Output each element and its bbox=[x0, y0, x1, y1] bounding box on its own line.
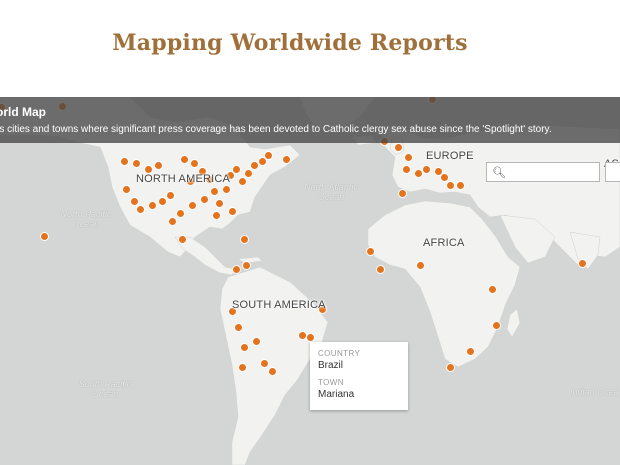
map-search-box[interactable]: 🔍︎ bbox=[486, 162, 600, 182]
map-marker[interactable] bbox=[376, 265, 385, 274]
map-marker[interactable] bbox=[240, 235, 249, 244]
map-marker[interactable] bbox=[268, 367, 277, 376]
map-marker[interactable] bbox=[240, 343, 249, 352]
map-marker[interactable] bbox=[398, 189, 407, 198]
map-marker[interactable] bbox=[158, 197, 167, 206]
map-marker[interactable] bbox=[232, 165, 241, 174]
map-marker[interactable] bbox=[466, 347, 475, 356]
map-marker[interactable] bbox=[238, 177, 247, 186]
map-marker[interactable] bbox=[234, 323, 243, 332]
popup-town-value: Mariana bbox=[318, 389, 355, 400]
map-marker[interactable] bbox=[264, 151, 273, 160]
map-marker[interactable] bbox=[212, 211, 221, 220]
map-marker[interactable] bbox=[416, 261, 425, 270]
map-marker[interactable] bbox=[120, 157, 129, 166]
map-marker[interactable] bbox=[190, 159, 199, 168]
map-marker[interactable] bbox=[180, 155, 189, 164]
map-marker[interactable] bbox=[446, 181, 455, 190]
world-map[interactable]: NORTH AMERICA SOUTH AMERICA EUROPE AFRIC… bbox=[0, 97, 620, 465]
map-marker[interactable] bbox=[492, 321, 501, 330]
map-marker[interactable] bbox=[232, 265, 241, 274]
popup-town-label: TOWN bbox=[318, 378, 344, 387]
map-marker[interactable] bbox=[394, 143, 403, 152]
popup-country-value: Brazil bbox=[318, 360, 344, 371]
map-search-input[interactable] bbox=[507, 165, 599, 181]
continent-label-south-america: SOUTH AMERICA bbox=[232, 299, 326, 311]
map-marker[interactable] bbox=[488, 285, 497, 294]
map-marker[interactable] bbox=[215, 199, 224, 208]
ocean-label-indian: Indian Ocea bbox=[570, 387, 619, 397]
map-marker[interactable] bbox=[404, 153, 413, 162]
map-marker[interactable] bbox=[154, 161, 163, 170]
map-marker[interactable] bbox=[40, 232, 49, 241]
search-icon: 🔍︎ bbox=[492, 167, 506, 179]
ocean-label-north-atlantic: North Atlantic Ocean bbox=[304, 182, 358, 202]
map-marker[interactable] bbox=[456, 181, 465, 190]
continent-label-africa: AFRICA bbox=[423, 237, 465, 249]
map-marker[interactable] bbox=[306, 333, 315, 342]
map-marker[interactable] bbox=[222, 185, 231, 194]
location-popup: COUNTRY Brazil TOWN Mariana bbox=[310, 342, 408, 410]
map-marker[interactable] bbox=[282, 155, 291, 164]
ocean-label-north-pacific: North Pacific Ocean bbox=[60, 209, 112, 229]
map-info-title: orld Map bbox=[0, 105, 46, 119]
map-marker[interactable] bbox=[210, 187, 219, 196]
map-marker[interactable] bbox=[422, 165, 431, 174]
popup-country-label: COUNTRY bbox=[318, 349, 361, 358]
continent-label-north-america: NORTH AMERICA bbox=[136, 173, 231, 185]
map-marker[interactable] bbox=[122, 185, 131, 194]
ocean-label-south-pacific: South Pacific Ocean bbox=[78, 379, 132, 399]
map-marker[interactable] bbox=[166, 191, 175, 200]
map-marker[interactable] bbox=[136, 205, 145, 214]
map-marker[interactable] bbox=[578, 259, 587, 268]
map-marker[interactable] bbox=[252, 337, 261, 346]
map-info-description: rs cities and towns where significant pr… bbox=[0, 124, 552, 135]
map-marker[interactable] bbox=[178, 235, 187, 244]
map-marker[interactable] bbox=[148, 201, 157, 210]
map-control-button[interactable] bbox=[605, 162, 620, 182]
map-marker[interactable] bbox=[238, 363, 247, 372]
map-marker[interactable] bbox=[244, 169, 253, 178]
map-marker[interactable] bbox=[260, 359, 269, 368]
map-marker[interactable] bbox=[228, 207, 237, 216]
map-marker[interactable] bbox=[446, 363, 455, 372]
map-marker[interactable] bbox=[176, 209, 185, 218]
map-marker[interactable] bbox=[168, 217, 177, 226]
map-marker[interactable] bbox=[366, 247, 375, 256]
page-title: Mapping Worldwide Reports bbox=[112, 30, 468, 56]
map-info-bar: orld Map rs cities and towns where signi… bbox=[0, 97, 620, 143]
map-marker[interactable] bbox=[402, 165, 411, 174]
map-marker[interactable] bbox=[242, 261, 251, 270]
map-marker[interactable] bbox=[200, 195, 209, 204]
map-marker[interactable] bbox=[188, 201, 197, 210]
map-marker[interactable] bbox=[132, 159, 141, 168]
continent-label-europe: EUROPE bbox=[426, 150, 474, 162]
